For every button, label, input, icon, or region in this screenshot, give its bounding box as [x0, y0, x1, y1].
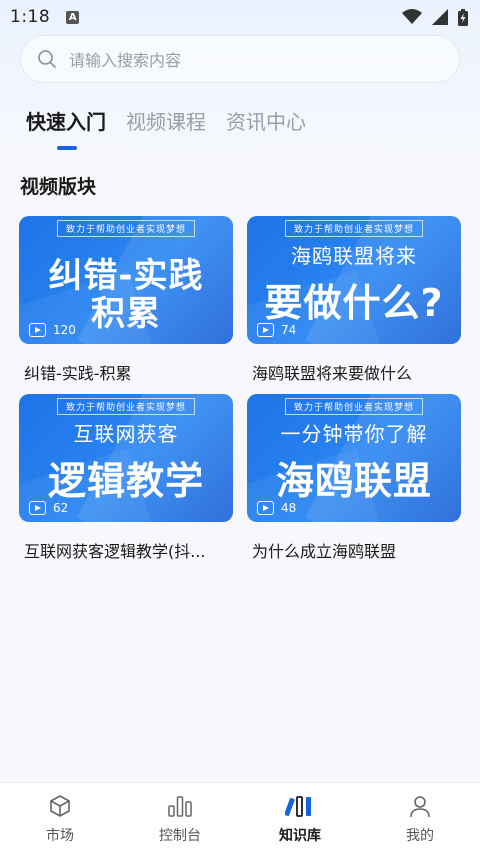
- notification-icon: A: [66, 10, 80, 24]
- video-title[interactable]: 为什么成立海鸥联盟: [247, 538, 461, 562]
- video-card[interactable]: 致力于帮助创业者实现梦想 海鸥联盟将来 要做什么? 74 海鸥联盟将来要做什么: [247, 216, 461, 384]
- status-bar: 1:18 A: [0, 0, 480, 34]
- view-count: 74: [257, 323, 296, 337]
- nav-item-knowledge-base[interactable]: 知识库: [240, 783, 360, 853]
- tab-video-courses[interactable]: 视频课程: [126, 108, 206, 152]
- video-thumbnail[interactable]: 致力于帮助创业者实现梦想 互联网获客 逻辑教学 62: [19, 394, 233, 522]
- view-count-value: 48: [281, 501, 297, 515]
- video-card[interactable]: 致力于帮助创业者实现梦想 纠错-实践 积累 120 纠错-实践-积累: [19, 216, 233, 384]
- thumbnail-banner: 致力于帮助创业者实现梦想: [56, 398, 196, 415]
- person-icon: [410, 796, 430, 818]
- active-tab-indicator: [57, 146, 77, 150]
- view-count-value: 62: [53, 501, 69, 515]
- search-placeholder: 请输入搜索内容: [69, 51, 182, 70]
- nav-item-market[interactable]: 市场: [0, 783, 120, 853]
- video-card[interactable]: 致力于帮助创业者实现梦想 互联网获客 逻辑教学 62 互联网获客逻辑教学(抖..…: [19, 394, 233, 562]
- status-icons: [402, 8, 468, 26]
- section-title: 视频版块: [20, 176, 97, 198]
- battery-icon: [458, 8, 468, 26]
- search-input[interactable]: 请输入搜索内容: [20, 35, 460, 83]
- nav-label: 市场: [46, 828, 74, 844]
- thumbnail-headline: 逻辑教学: [47, 459, 204, 503]
- thumbnail-headline: 要做什么?: [264, 281, 444, 325]
- thumbnail-subline: 一分钟带你了解: [280, 422, 428, 446]
- bar-chart-icon: [168, 796, 192, 817]
- play-icon: [257, 501, 274, 515]
- bottom-nav: 市场 控制台 知识库 我的: [0, 782, 480, 853]
- tab-news-center[interactable]: 资讯中心: [226, 108, 306, 152]
- content-area: 视频版块 致力于帮助创业者实现梦想 纠错-实践 积累 120 纠错-实践-积累 …: [0, 152, 480, 782]
- play-icon: [257, 323, 274, 337]
- view-count-value: 74: [281, 323, 297, 337]
- thumbnail-banner: 致力于帮助创业者实现梦想: [56, 220, 196, 237]
- play-icon: [29, 323, 46, 337]
- view-count-value: 120: [53, 323, 76, 337]
- thumbnail-subline: 互联网获客: [73, 422, 179, 446]
- play-icon: [29, 501, 46, 515]
- signal-icon: [432, 9, 448, 25]
- thumbnail-subline: 海鸥联盟将来: [291, 244, 417, 268]
- video-card[interactable]: 致力于帮助创业者实现梦想 一分钟带你了解 海鸥联盟 48 为什么成立海鸥联盟: [247, 394, 461, 562]
- search-icon: [38, 50, 56, 68]
- thumbnail-banner: 致力于帮助创业者实现梦想: [284, 220, 424, 237]
- thumbnail-headline: 海鸥联盟: [275, 459, 432, 503]
- cube-icon: [50, 795, 70, 817]
- view-count: 120: [29, 323, 76, 337]
- view-count: 62: [29, 501, 68, 515]
- status-time: 1:18: [10, 7, 51, 27]
- nav-item-console[interactable]: 控制台: [120, 783, 240, 853]
- video-title[interactable]: 海鸥联盟将来要做什么: [247, 360, 461, 384]
- books-icon: [285, 796, 311, 817]
- nav-label: 我的: [406, 828, 434, 844]
- video-thumbnail[interactable]: 致力于帮助创业者实现梦想 纠错-实践 积累 120: [19, 216, 233, 344]
- video-thumbnail[interactable]: 致力于帮助创业者实现梦想 海鸥联盟将来 要做什么? 74: [247, 216, 461, 344]
- video-thumbnail[interactable]: 致力于帮助创业者实现梦想 一分钟带你了解 海鸥联盟 48: [247, 394, 461, 522]
- nav-item-profile[interactable]: 我的: [360, 783, 480, 853]
- view-count: 48: [257, 501, 296, 515]
- wifi-icon: [402, 9, 422, 24]
- nav-label: 知识库: [279, 828, 321, 844]
- thumbnail-banner: 致力于帮助创业者实现梦想: [284, 398, 424, 415]
- video-title[interactable]: 互联网获客逻辑教学(抖...: [19, 538, 233, 562]
- nav-label: 控制台: [159, 828, 201, 844]
- video-title[interactable]: 纠错-实践-积累: [19, 360, 233, 384]
